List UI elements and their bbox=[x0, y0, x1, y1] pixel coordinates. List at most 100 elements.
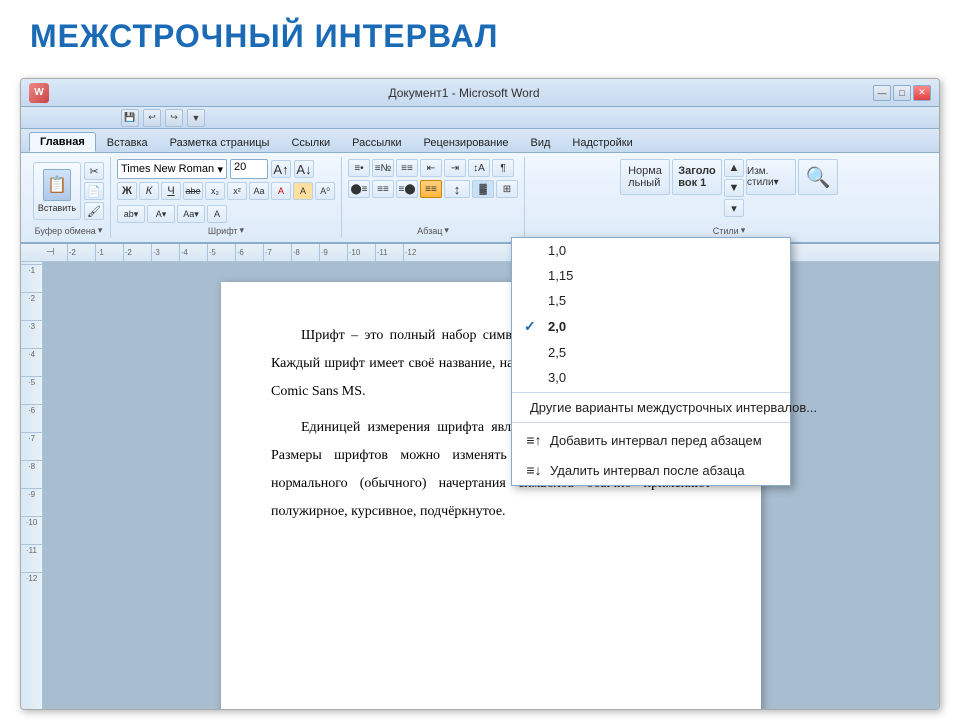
font-color-button[interactable]: A bbox=[271, 182, 291, 200]
styles-group: Нормальный Заголовок 1 ▲ ▼ ▾ Изм. стили▾… bbox=[525, 157, 933, 238]
dropdown-quick-btn[interactable]: ▼ bbox=[187, 109, 205, 127]
font-shrink-btn[interactable]: A↓ bbox=[294, 160, 314, 178]
ruler-mark-8: ·8 bbox=[291, 244, 319, 262]
line-spacing-btn[interactable]: ↕ bbox=[444, 180, 470, 198]
clipboard-expand-icon[interactable]: ▾ bbox=[98, 225, 103, 236]
dropdown-divider-2 bbox=[512, 422, 790, 423]
text-effect-button[interactable]: A⁰ bbox=[315, 182, 335, 200]
clear-format-button[interactable]: Aa bbox=[249, 182, 269, 200]
font-expand-icon[interactable]: ▾ bbox=[240, 225, 245, 236]
highlight-button[interactable]: A bbox=[293, 182, 313, 200]
change-styles-btn[interactable]: Изм. стили▾ bbox=[746, 159, 796, 195]
tab-addins[interactable]: Надстройки bbox=[561, 133, 643, 152]
undo-quick-btn[interactable]: ↩ bbox=[143, 109, 161, 127]
left-ruler-mark-11: ·11 bbox=[21, 544, 42, 572]
spacing-3-0[interactable]: 3,0 bbox=[512, 365, 790, 390]
ruler-icon: ⊣ bbox=[46, 247, 55, 258]
paragraph-expand-icon[interactable]: ▾ bbox=[444, 225, 449, 236]
maximize-button[interactable]: □ bbox=[893, 85, 911, 101]
tab-insert[interactable]: Вставка bbox=[96, 133, 159, 152]
tab-view[interactable]: Вид bbox=[520, 133, 562, 152]
align-right-btn[interactable]: ≡⬤ bbox=[396, 180, 418, 198]
remove-space-after[interactable]: ≡↓ Удалить интервал после абзаца bbox=[512, 455, 790, 485]
other-spacing-option[interactable]: Другие варианты междустрочных интервалов… bbox=[512, 395, 790, 420]
word-window: W Документ1 - Microsoft Word — □ ✕ 💾 ↩ ↪… bbox=[20, 78, 940, 710]
ruler-mark-4: ·4 bbox=[179, 244, 207, 262]
left-ruler-mark-5: ·5 bbox=[21, 376, 42, 404]
dropdown-divider-1 bbox=[512, 392, 790, 393]
superscript-button[interactable]: x² bbox=[227, 182, 247, 200]
minimize-button[interactable]: — bbox=[873, 85, 891, 101]
multilevel-btn[interactable]: ≡≡ bbox=[396, 159, 418, 177]
spacing-1-0[interactable]: 1,0 bbox=[512, 238, 790, 263]
clipboard-group: 📋 Вставить ✂ 📄 🖌 Буфер обмена ▾ bbox=[27, 157, 111, 238]
tab-page-layout[interactable]: Разметка страницы bbox=[159, 133, 281, 152]
styles-content: Нормальный Заголовок 1 ▲ ▼ ▾ Изм. стили▾… bbox=[620, 159, 838, 223]
font-name-select[interactable]: Times New Roman ▾ bbox=[117, 159, 227, 179]
spacing-2-5[interactable]: 2,5 bbox=[512, 340, 790, 365]
paste-button[interactable]: 📋 Вставить bbox=[33, 162, 81, 220]
left-ruler-mark-10: ·10 bbox=[21, 516, 42, 544]
ruler-mark-1: ·1 bbox=[95, 244, 123, 262]
bullets-btn[interactable]: ≡• bbox=[348, 159, 370, 177]
decrease-indent-btn[interactable]: ⇤ bbox=[420, 159, 442, 177]
border-btn[interactable]: ⊞ bbox=[496, 180, 518, 198]
aa-btn[interactable]: A bbox=[207, 205, 227, 223]
strikethrough-button[interactable]: abe bbox=[183, 182, 203, 200]
underline-button[interactable]: Ч bbox=[161, 182, 181, 200]
italic-button[interactable]: К bbox=[139, 182, 159, 200]
ruler-mark-12: ·12 bbox=[403, 244, 431, 262]
paragraph-group: ≡• ≡№ ≡≡ ⇤ ⇥ ↕A ¶ ⬤≡ ≡≡ ≡⬤ ≡≡ ↕ ▓ ⊞ bbox=[342, 157, 525, 238]
doc-area: ·1 ·2 ·3 ·4 ·5 ·6 ·7 ·8 ·9 ·10 ·11 ·12 Ш… bbox=[21, 262, 939, 710]
tab-review[interactable]: Рецензирование bbox=[413, 133, 520, 152]
redo-quick-btn[interactable]: ↪ bbox=[165, 109, 183, 127]
style-arrows: ▲ ▼ ▾ bbox=[724, 159, 744, 217]
font-size-select[interactable]: 20 bbox=[230, 159, 268, 179]
bold-button[interactable]: Ж bbox=[117, 182, 137, 200]
spacing-2-0[interactable]: ✓ 2,0 bbox=[512, 313, 790, 340]
styles-expand-icon[interactable]: ▾ bbox=[741, 225, 746, 236]
font-grow-btn[interactable]: A↑ bbox=[271, 160, 291, 178]
window-controls: — □ ✕ bbox=[873, 85, 931, 101]
align-left-btn[interactable]: ⬤≡ bbox=[348, 180, 370, 198]
cut-button[interactable]: ✂ bbox=[84, 162, 104, 180]
spacing-1-5[interactable]: 1,5 bbox=[512, 288, 790, 313]
tab-home[interactable]: Главная bbox=[29, 132, 96, 152]
add-space-before[interactable]: ≡↑ Добавить интервал перед абзацем bbox=[512, 425, 790, 455]
remove-space-after-icon: ≡↓ bbox=[524, 460, 544, 480]
format-painter-button[interactable]: 🖌 bbox=[84, 202, 104, 220]
style-up-btn[interactable]: ▲ bbox=[724, 159, 744, 177]
add-space-before-icon: ≡↑ bbox=[524, 430, 544, 450]
save-quick-btn[interactable]: 💾 bbox=[121, 109, 139, 127]
style-expand-btn[interactable]: ▾ bbox=[724, 199, 744, 217]
style-down-btn[interactable]: ▼ bbox=[724, 179, 744, 197]
subscript-button[interactable]: x₂ bbox=[205, 182, 225, 200]
paragraph-label: Абзац ▾ bbox=[417, 225, 449, 236]
case-btn[interactable]: Aa▾ bbox=[177, 205, 205, 223]
left-ruler-mark-7: ·7 bbox=[21, 432, 42, 460]
numbering-btn[interactable]: ≡№ bbox=[372, 159, 394, 177]
left-ruler-mark-1: ·1 bbox=[21, 264, 42, 292]
copy-button[interactable]: 📄 bbox=[84, 182, 104, 200]
text-bg-btn[interactable]: ab▾ bbox=[117, 205, 145, 223]
justify-btn[interactable]: ≡≡ bbox=[420, 180, 442, 198]
page-container[interactable]: Шрифт – это полный набор символов опреде… bbox=[43, 262, 939, 710]
find-btn[interactable]: 🔍 bbox=[798, 159, 838, 195]
sort-btn[interactable]: ↕A bbox=[468, 159, 490, 177]
heading1-style-btn[interactable]: Заголовок 1 bbox=[672, 159, 722, 195]
tab-mailings[interactable]: Рассылки bbox=[341, 133, 412, 152]
increase-indent-btn[interactable]: ⇥ bbox=[444, 159, 466, 177]
tab-references[interactable]: Ссылки bbox=[280, 133, 341, 152]
shading-btn[interactable]: ▓ bbox=[472, 180, 494, 198]
spacing-1-15[interactable]: 1,15 bbox=[512, 263, 790, 288]
para-row2: ⬤≡ ≡≡ ≡⬤ ≡≡ ↕ ▓ ⊞ bbox=[348, 180, 518, 198]
show-marks-btn[interactable]: ¶ bbox=[492, 159, 514, 177]
ribbon-tabs: Главная Вставка Разметка страницы Ссылки… bbox=[21, 129, 939, 153]
ruler-mark-9: ·9 bbox=[319, 244, 347, 262]
font-color2-btn[interactable]: A▾ bbox=[147, 205, 175, 223]
normal-style-btn[interactable]: Нормальный bbox=[620, 159, 670, 195]
left-ruler: ·1 ·2 ·3 ·4 ·5 ·6 ·7 ·8 ·9 ·10 ·11 ·12 bbox=[21, 262, 43, 710]
align-center-btn[interactable]: ≡≡ bbox=[372, 180, 394, 198]
left-ruler-mark-6: ·6 bbox=[21, 404, 42, 432]
close-button[interactable]: ✕ bbox=[913, 85, 931, 101]
